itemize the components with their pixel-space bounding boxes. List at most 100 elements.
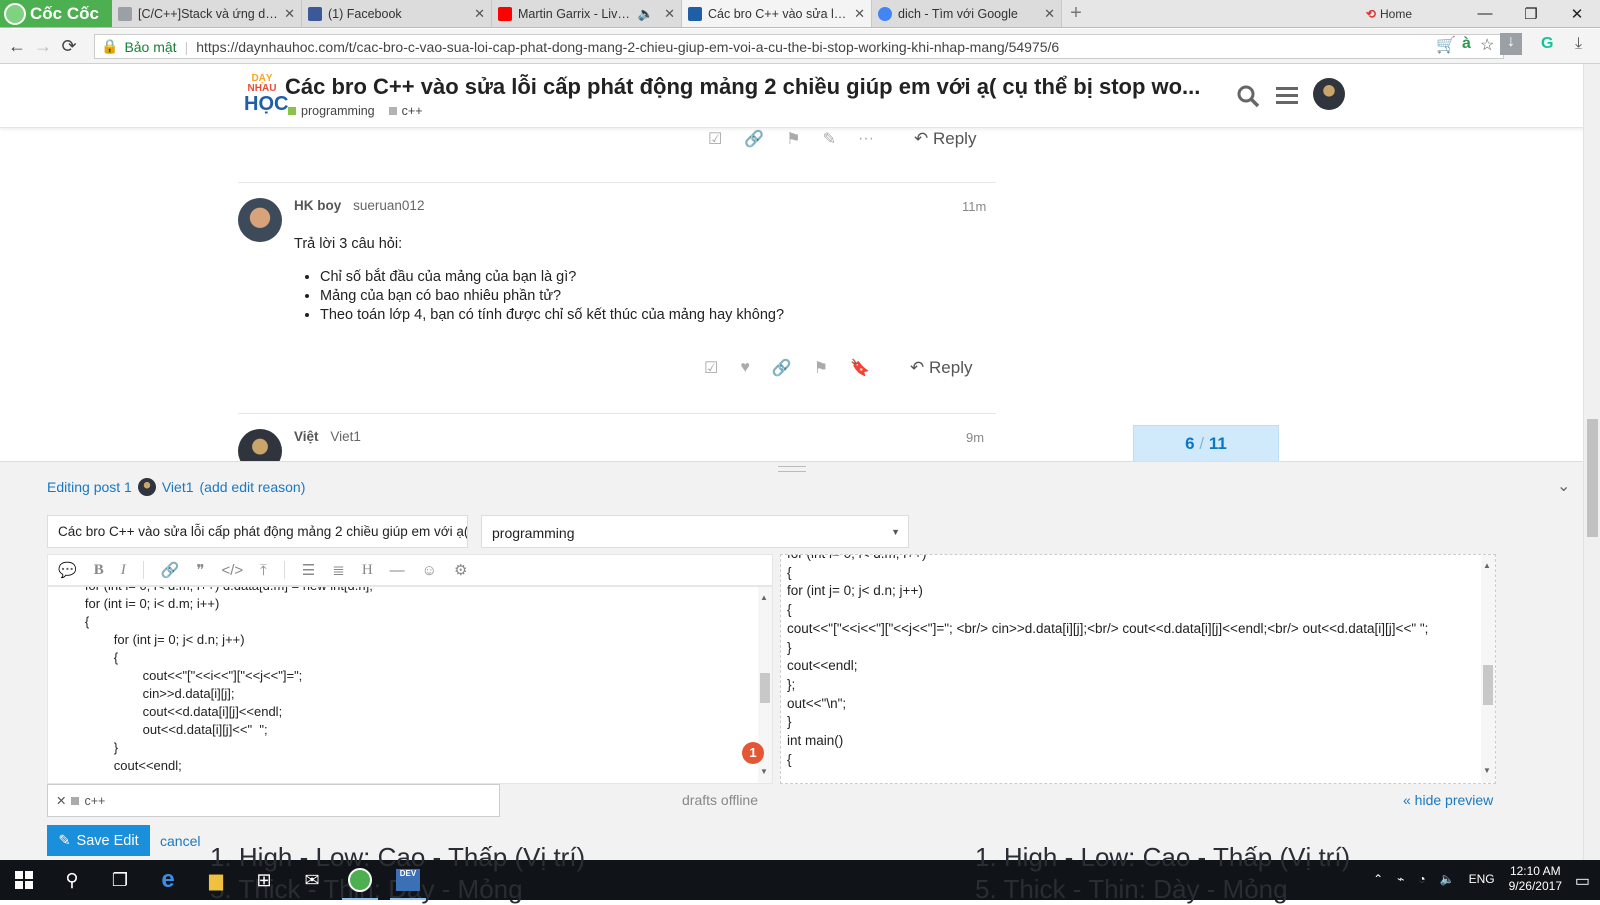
bold-icon[interactable]: B [94,562,104,579]
edit-icon[interactable]: ✎ [823,129,836,149]
editing-label[interactable]: Editing post 1 [47,479,132,495]
category-select[interactable]: programming ▼ [481,515,909,548]
blockquote-icon[interactable]: ❞ [196,561,204,579]
search-icon[interactable]: ⚲ [48,860,96,900]
author-name[interactable]: HK boy [294,198,341,213]
wifi-icon[interactable]: ◔ [1418,872,1425,886]
volume-icon[interactable]: 🔈 [1440,872,1455,886]
gear-icon[interactable]: ⚙ [454,561,467,579]
url-input[interactable]: 🔒 Bảo mật | https://daynhauhoc.com/t/cac… [94,34,1504,59]
post-time[interactable]: 11m [962,199,986,214]
chevron-down-icon[interactable]: ⌄ [1557,476,1570,496]
cart-icon[interactable]: 🛒 [1436,35,1456,55]
save-edit-button[interactable]: ✎ Save Edit [47,825,150,856]
emoji-icon[interactable]: ☺ [422,562,437,579]
reply-button[interactable]: ↶ Reply [910,358,972,378]
check-icon[interactable]: ☑ [704,358,718,378]
task-view-icon[interactable]: ❐ [96,860,144,900]
start-button[interactable] [0,860,48,900]
link-icon[interactable]: 🔗 [744,129,764,149]
more-icon[interactable]: ··· [858,130,874,148]
minimize-button[interactable]: — [1462,5,1508,22]
code-icon[interactable]: </> [221,562,243,579]
composer-resize-handle[interactable] [778,466,806,472]
download-icon[interactable]: ↓ [1500,33,1522,55]
devcpp-taskbar-icon[interactable]: DEV [384,860,432,900]
link-icon[interactable]: 🔗 [772,358,792,378]
edge-icon[interactable]: e [144,860,192,900]
notification-center-icon[interactable]: ▭ [1575,871,1590,891]
tag-input[interactable]: ✕ c++ [47,784,500,817]
code-line: for (int i= 0; i< d.m; i++) [56,596,220,611]
network-icon[interactable]: ⌁ [1397,872,1404,886]
link-icon[interactable]: 🔗 [161,561,180,579]
browser-logo[interactable]: Cốc Cốc [0,0,112,27]
language-indicator[interactable]: ENG [1469,872,1495,886]
download-arrow-icon[interactable]: ⤓ [1575,35,1582,53]
tab-google[interactable]: dich - Tìm với Google ✕ [872,0,1062,27]
new-tab-button[interactable]: + [1062,0,1090,27]
home-button[interactable]: ⟲ Home [1366,7,1412,21]
topic-title[interactable]: Các bro C++ vào sửa lỗi cấp phát động mả… [285,74,1225,100]
file-explorer-icon[interactable]: ▆ [192,860,240,900]
hamburger-menu-icon[interactable] [1276,84,1298,113]
editor-textarea[interactable]: for (int i= 0; i< d.m; i++) d.data[d.m] … [47,586,773,784]
reply-button[interactable]: ↶ Reply [914,129,976,149]
star-icon[interactable]: ☆ [1480,35,1494,55]
chevron-up-icon[interactable]: ⌃ [1373,872,1383,886]
search-icon[interactable] [1236,84,1260,115]
heading-icon[interactable]: H [362,562,373,579]
category-badge[interactable]: programming [288,104,375,118]
author-name[interactable]: Việt [294,429,319,444]
reload-icon[interactable]: ⟳ [56,36,82,57]
italic-icon[interactable]: I [121,562,126,579]
numbered-list-icon[interactable]: ≣ [332,561,345,579]
translate-icon[interactable]: à [1462,35,1471,53]
bookmark-icon[interactable]: 🔖 [850,358,870,378]
topic-progress[interactable]: 6 / 11 [1133,425,1279,461]
title-input[interactable]: Các bro C++ vào sửa lỗi cấp phát động mả… [47,515,468,548]
tag-badge[interactable]: c++ [388,104,423,118]
forward-icon[interactable]: → [30,36,56,57]
tab-youtube[interactable]: Martin Garrix - Live @ 🔈 ✕ [492,0,682,27]
preview-scrollbar[interactable]: ▲ ▼ [1481,555,1495,783]
tab-facebook[interactable]: (1) Facebook ✕ [302,0,492,27]
check-icon[interactable]: ☑ [708,129,722,149]
close-icon[interactable]: ✕ [284,6,295,22]
flag-icon[interactable]: ⚑ [786,129,800,149]
heart-icon[interactable]: ♥ [740,359,750,377]
upload-icon[interactable]: ⤒ [260,562,267,579]
horizontal-rule-icon[interactable]: — [390,562,405,579]
hide-preview-link[interactable]: « hide preview [1403,792,1493,808]
grammarly-icon[interactable]: G [1541,35,1553,53]
coccoc-taskbar-icon[interactable] [336,860,384,900]
remove-tag-icon[interactable]: ✕ [56,793,66,808]
close-icon[interactable]: ✕ [474,6,485,22]
cancel-button[interactable]: cancel [160,833,200,849]
author-handle[interactable]: sueruan012 [353,198,424,213]
author-handle[interactable]: Viet1 [330,429,361,444]
quote-bubble-icon[interactable]: 💬 [58,561,77,579]
page-scrollbar[interactable] [1583,64,1600,860]
notification-badge[interactable]: 1 [742,742,764,764]
flag-icon[interactable]: ⚑ [814,358,828,378]
site-logo[interactable]: DẠY NHAU HỌC [244,74,288,118]
avatar[interactable] [238,198,282,242]
post-time[interactable]: 9m [966,430,984,445]
maximize-button[interactable]: ❐ [1508,5,1554,23]
speaker-icon[interactable]: 🔈 [638,6,654,22]
close-icon[interactable]: ✕ [1044,6,1055,22]
user-avatar[interactable] [1313,78,1345,110]
mail-icon[interactable]: ✉ [288,860,336,900]
close-icon[interactable]: ✕ [854,6,865,22]
store-icon[interactable]: ⊞ [240,860,288,900]
tab-stack[interactable]: [C/C++]Stack và ứng dụng ✕ [112,0,302,27]
back-icon[interactable]: ← [4,36,30,57]
editing-user[interactable]: Viet1 [162,479,194,495]
bullet-list-icon[interactable]: ☰ [302,561,315,579]
close-icon[interactable]: ✕ [664,6,675,22]
edit-reason-link[interactable]: (add edit reason) [200,479,306,495]
tab-daynhauhoc[interactable]: Các bro C++ vào sửa lỗi cấp ✕ [682,0,872,27]
close-window-button[interactable]: ✕ [1554,5,1600,23]
clock[interactable]: 12:10 AM 9/26/2017 [1509,864,1562,894]
